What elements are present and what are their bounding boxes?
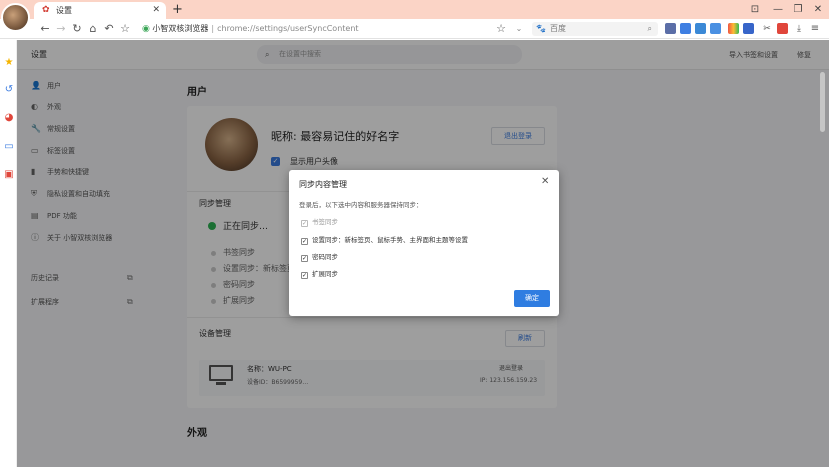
option-label: 书签同步 bbox=[312, 218, 338, 226]
back-icon[interactable]: ← bbox=[38, 21, 52, 37]
dialog-description: 登录后，以下选中内容和服务器保持同步： bbox=[299, 201, 423, 209]
docs-ext-icon[interactable] bbox=[743, 23, 754, 34]
new-tab-button[interactable]: + bbox=[172, 0, 183, 19]
option-label: 设置同步：新标签页、鼠标手势、主界面和主题等设置 bbox=[312, 236, 468, 244]
home-icon[interactable]: ⌂ bbox=[86, 21, 100, 37]
checkbox[interactable]: ✓ bbox=[301, 220, 308, 227]
address-path: chrome://settings/userSyncContent bbox=[217, 24, 359, 33]
sync-settings-option[interactable]: ✓ 设置同步：新标签页、鼠标手势、主界面和主题等设置 bbox=[301, 234, 468, 245]
option-label: 密码同步 bbox=[312, 253, 338, 261]
sync-content-dialog: 同步内容管理 ✕ 登录后，以下选中内容和服务器保持同步： ✓ 书签同步 ✓ 设置同步… bbox=[289, 170, 559, 316]
checkbox[interactable]: ✓ bbox=[301, 255, 308, 262]
gear-icon: ✿ bbox=[42, 5, 50, 15]
option-label: 扩展同步 bbox=[312, 270, 338, 278]
weibo-icon[interactable]: ◕ bbox=[3, 112, 15, 124]
translate-ext-icon[interactable] bbox=[680, 23, 691, 34]
checkbox[interactable]: ✓ bbox=[301, 238, 308, 245]
grid-ext-icon[interactable] bbox=[665, 23, 676, 34]
baidu-icon: 🐾 bbox=[536, 24, 546, 33]
app-icon[interactable]: ▣ bbox=[3, 169, 15, 181]
confirm-button[interactable]: 确定 bbox=[514, 290, 550, 307]
download-icon[interactable]: ⤓ bbox=[792, 21, 806, 37]
dialog-title: 同步内容管理 bbox=[299, 180, 347, 189]
close-icon[interactable]: ✕ bbox=[541, 176, 549, 187]
star-outline-icon[interactable]: ☆ bbox=[118, 21, 132, 37]
tab-settings[interactable]: ✿ 设置 ✕ bbox=[34, 2, 166, 19]
window-icon[interactable]: ▭ bbox=[3, 141, 15, 153]
bookmark-star-icon[interactable]: ☆ bbox=[494, 21, 508, 37]
modal-overlay-header bbox=[17, 40, 829, 70]
search-engine-box[interactable]: 🐾 百度 ⌕ bbox=[532, 22, 658, 36]
user-avatar[interactable] bbox=[1, 3, 30, 32]
restore-button[interactable]: ❐ bbox=[788, 0, 808, 19]
menu-icon[interactable]: ≡ bbox=[808, 21, 822, 37]
undo-close-icon[interactable]: ↶ bbox=[102, 21, 116, 37]
forward-icon[interactable]: → bbox=[54, 21, 68, 37]
adblock-ext-icon[interactable] bbox=[777, 23, 788, 34]
browser-logo-icon: ◉ bbox=[142, 24, 150, 34]
close-window-button[interactable]: ✕ bbox=[808, 0, 828, 19]
close-tab-icon[interactable]: ✕ bbox=[152, 2, 160, 19]
skin-icon[interactable]: ⊡ bbox=[745, 0, 765, 19]
screenshot-ext-icon[interactable] bbox=[695, 23, 706, 34]
sync-extensions-option[interactable]: ✓ 扩展同步 bbox=[301, 268, 338, 279]
sync-bookmarks-option[interactable]: ✓ 书签同步 bbox=[301, 216, 338, 227]
scissors-icon[interactable]: ✂ bbox=[760, 21, 774, 37]
scrollbar[interactable] bbox=[820, 72, 825, 132]
favorites-star-icon[interactable]: ★ bbox=[3, 57, 15, 69]
dropdown-chevron-icon[interactable]: ⌄ bbox=[512, 21, 526, 37]
tab-title: 设置 bbox=[56, 6, 72, 15]
sync-passwords-option[interactable]: ✓ 密码同步 bbox=[301, 251, 338, 262]
quick-sidebar bbox=[0, 40, 17, 467]
history-icon[interactable]: ↺ bbox=[3, 84, 15, 96]
search-icon[interactable]: ⌕ bbox=[648, 22, 652, 36]
address-bar[interactable]: ◉ 小智双核浏览器 | chrome://settings/userSyncCont… bbox=[142, 22, 359, 36]
reload-icon[interactable]: ↻ bbox=[70, 21, 84, 37]
tools-ext-icon[interactable] bbox=[710, 23, 721, 34]
checkbox[interactable]: ✓ bbox=[301, 272, 308, 279]
color-ext-icon[interactable] bbox=[728, 23, 739, 34]
minimize-button[interactable]: — bbox=[768, 0, 788, 19]
address-separator: | bbox=[211, 24, 215, 33]
search-engine-name: 百度 bbox=[550, 24, 566, 33]
address-host: 小智双核浏览器 bbox=[152, 24, 209, 33]
